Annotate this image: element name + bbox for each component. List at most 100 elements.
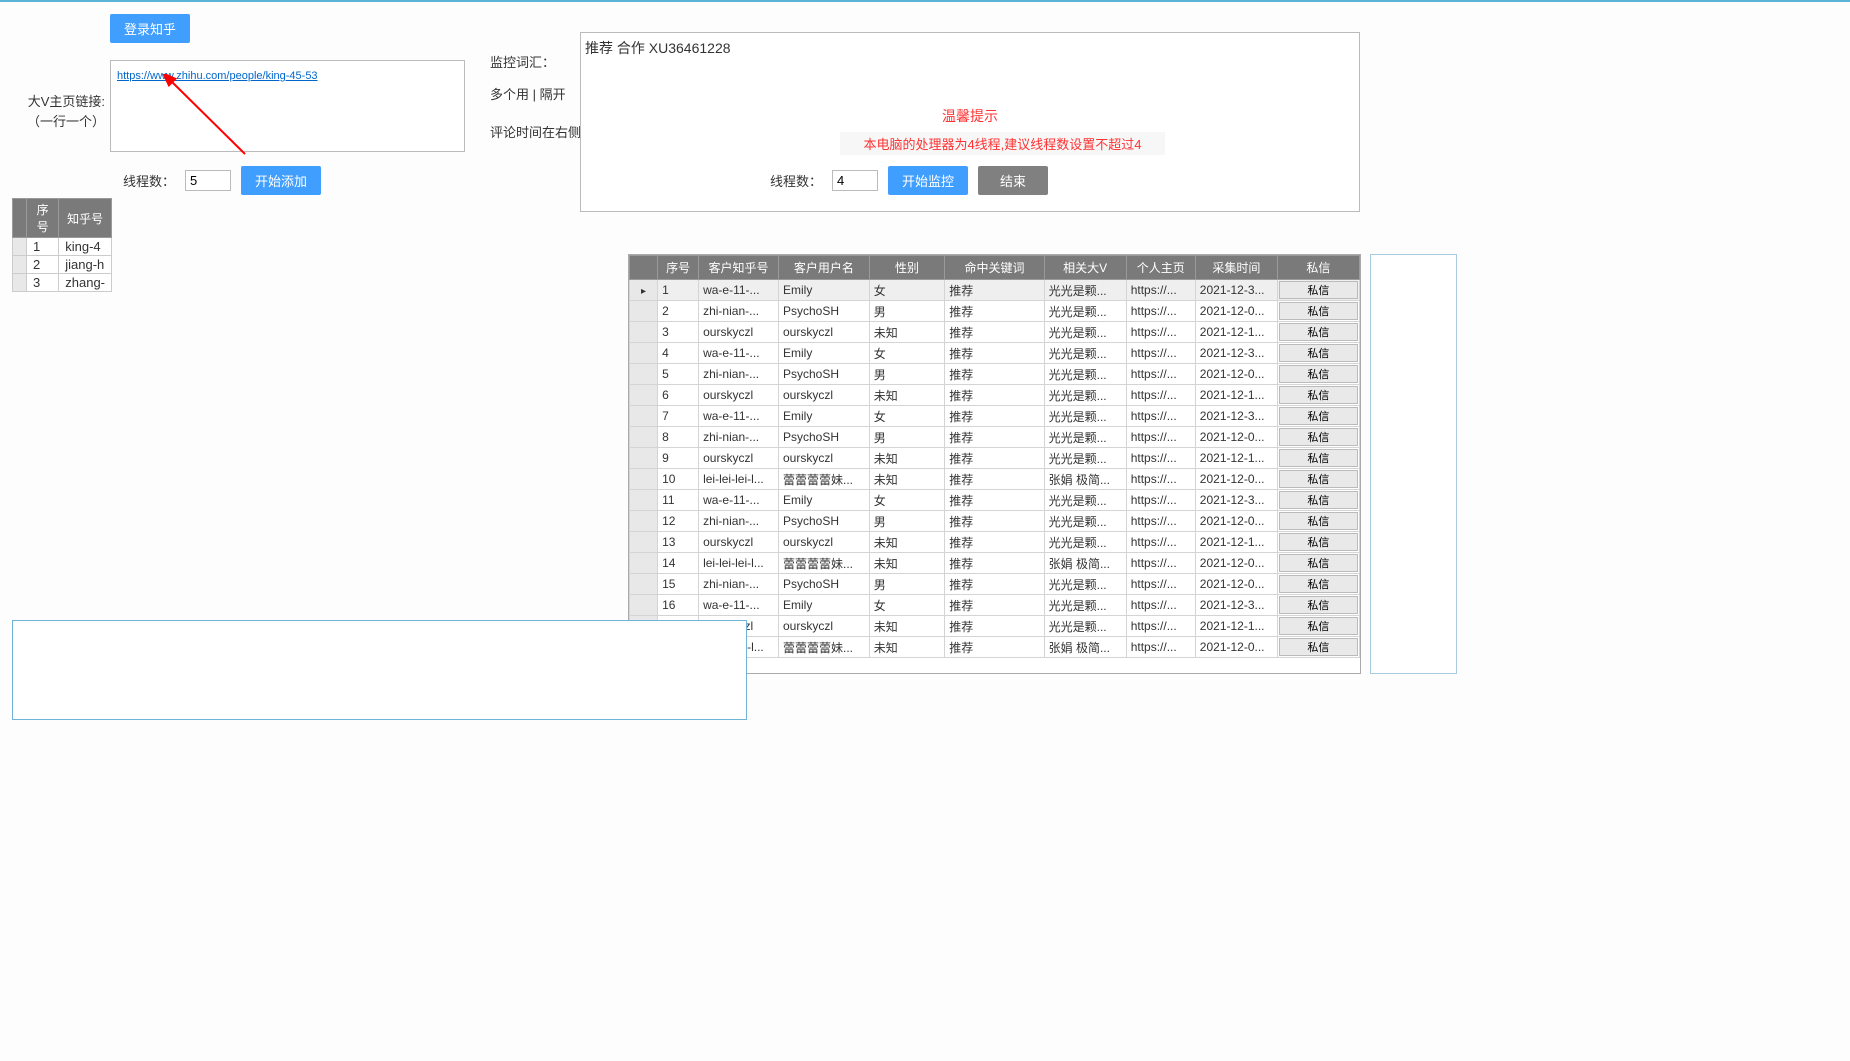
results-row[interactable]: 11wa-e-11-...Emily女推荐光光是颗...https://...2… xyxy=(630,490,1360,511)
results-row[interactable]: 4wa-e-11-...Emily女推荐光光是颗...https://...20… xyxy=(630,343,1360,364)
results-row[interactable]: 2zhi-nian-...PsychoSH男推荐光光是颗...https://.… xyxy=(630,301,1360,322)
side-sub-panel xyxy=(1370,254,1457,674)
cell-v: 光光是颗... xyxy=(1044,595,1126,616)
monitor-words-value[interactable]: 推荐 合作 XU36461228 xyxy=(585,38,731,58)
cell-user: Emily xyxy=(779,595,870,616)
cell-time: 2021-12-1... xyxy=(1195,448,1277,469)
cell-sex: 未知 xyxy=(869,448,945,469)
cell-sex: 未知 xyxy=(869,637,945,658)
cell-v: 光光是颗... xyxy=(1044,427,1126,448)
results-row[interactable]: 1wa-e-11-...Emily女推荐光光是颗...https://...20… xyxy=(630,280,1360,301)
cell-time: 2021-12-0... xyxy=(1195,553,1277,574)
cell-user: ourskyczl xyxy=(779,616,870,637)
cell-user: PsychoSH xyxy=(779,364,870,385)
private-message-button[interactable]: 私信 xyxy=(1279,512,1358,530)
row-marker[interactable] xyxy=(630,595,658,616)
private-message-button[interactable]: 私信 xyxy=(1279,470,1358,488)
results-row[interactable]: 7wa-e-11-...Emily女推荐光光是颗...https://...20… xyxy=(630,406,1360,427)
cell-time: 2021-12-3... xyxy=(1195,406,1277,427)
row-marker[interactable] xyxy=(630,532,658,553)
start-monitor-button[interactable]: 开始监控 xyxy=(888,166,968,195)
login-zhihu-button[interactable]: 登录知乎 xyxy=(110,14,190,43)
results-row[interactable]: 9ourskyczlourskyczl未知推荐光光是颗...https://..… xyxy=(630,448,1360,469)
row-marker[interactable] xyxy=(630,574,658,595)
private-message-button[interactable]: 私信 xyxy=(1279,281,1358,299)
results-row[interactable]: 6ourskyczlourskyczl未知推荐光光是颗...https://..… xyxy=(630,385,1360,406)
results-header: 个人主页 xyxy=(1126,256,1195,280)
row-marker[interactable] xyxy=(630,343,658,364)
results-row[interactable]: 12zhi-nian-...PsychoSH男推荐光光是颗...https://… xyxy=(630,511,1360,532)
row-marker[interactable] xyxy=(630,406,658,427)
left-table-row[interactable]: 3zhang- xyxy=(13,274,112,292)
private-message-button[interactable]: 私信 xyxy=(1279,302,1358,320)
results-row[interactable]: 3ourskyczlourskyczl未知推荐光光是颗...https://..… xyxy=(630,322,1360,343)
cell-sex: 男 xyxy=(869,511,945,532)
private-message-button[interactable]: 私信 xyxy=(1279,554,1358,572)
results-row[interactable]: 5zhi-nian-...PsychoSH男推荐光光是颗...https://.… xyxy=(630,364,1360,385)
private-message-button[interactable]: 私信 xyxy=(1279,491,1358,509)
row-marker[interactable] xyxy=(630,322,658,343)
results-row[interactable]: 10lei-lei-lei-l...蕾蕾蕾蕾妹...未知推荐张娟 极简...ht… xyxy=(630,469,1360,490)
cell-time: 2021-12-0... xyxy=(1195,364,1277,385)
row-marker[interactable] xyxy=(630,511,658,532)
cell-seq: 7 xyxy=(658,406,699,427)
cell-user: PsychoSH xyxy=(779,511,870,532)
private-message-button[interactable]: 私信 xyxy=(1279,596,1358,614)
cell-seq: 10 xyxy=(658,469,699,490)
cell-v: 光光是颗... xyxy=(1044,301,1126,322)
private-message-button[interactable]: 私信 xyxy=(1279,575,1358,593)
row-marker[interactable] xyxy=(630,469,658,490)
results-row[interactable]: 15zhi-nian-...PsychoSH男推荐光光是颗...https://… xyxy=(630,574,1360,595)
cell-time: 2021-12-0... xyxy=(1195,427,1277,448)
row-marker[interactable] xyxy=(630,301,658,322)
cell-kw: 推荐 xyxy=(945,406,1044,427)
cell-zh: zhi-nian-... xyxy=(699,301,779,322)
dav-link-value[interactable]: https://www.zhihu.com/people/king-45-53 xyxy=(117,70,318,82)
start-add-button[interactable]: 开始添加 xyxy=(241,166,321,195)
row-marker[interactable] xyxy=(630,364,658,385)
private-message-button[interactable]: 私信 xyxy=(1279,344,1358,362)
row-marker[interactable] xyxy=(630,385,658,406)
private-message-button[interactable]: 私信 xyxy=(1279,449,1358,467)
private-message-button[interactable]: 私信 xyxy=(1279,638,1358,656)
zhihu-id-table[interactable]: 序号知乎号 1king-42jiang-h3zhang- xyxy=(12,198,112,292)
private-message-button[interactable]: 私信 xyxy=(1279,365,1358,383)
cell-user: ourskyczl xyxy=(779,322,870,343)
cell-sex: 男 xyxy=(869,301,945,322)
row-marker[interactable] xyxy=(630,448,658,469)
cell-v: 光光是颗... xyxy=(1044,280,1126,301)
dav-link-textarea[interactable]: https://www.zhihu.com/people/king-45-53 xyxy=(110,60,465,152)
cell-kw: 推荐 xyxy=(945,301,1044,322)
left-table-row[interactable]: 2jiang-h xyxy=(13,256,112,274)
private-message-button[interactable]: 私信 xyxy=(1279,323,1358,341)
row-marker[interactable] xyxy=(630,280,658,301)
cell-v: 张娟 极简... xyxy=(1044,469,1126,490)
results-row[interactable]: 16wa-e-11-...Emily女推荐光光是颗...https://...2… xyxy=(630,595,1360,616)
right-thread-input[interactable] xyxy=(832,170,878,191)
private-message-button[interactable]: 私信 xyxy=(1279,407,1358,425)
cell-seq: 4 xyxy=(658,343,699,364)
results-header: 命中关键词 xyxy=(945,256,1044,280)
left-thread-label: 线程数： xyxy=(123,171,175,190)
results-row[interactable]: 13ourskyczlourskyczl未知推荐光光是颗...https://.… xyxy=(630,532,1360,553)
row-marker[interactable] xyxy=(630,553,658,574)
end-button[interactable]: 结束 xyxy=(978,166,1048,195)
row-marker[interactable] xyxy=(630,490,658,511)
results-table[interactable]: 序号客户知乎号客户用户名性别命中关键词相关大V个人主页采集时间私信 1wa-e-… xyxy=(629,255,1360,658)
cell-user: PsychoSH xyxy=(779,574,870,595)
results-row[interactable]: 14lei-lei-lei-l...蕾蕾蕾蕾妹...未知推荐张娟 极简...ht… xyxy=(630,553,1360,574)
row-marker[interactable] xyxy=(630,427,658,448)
private-message-button[interactable]: 私信 xyxy=(1279,617,1358,635)
private-message-button[interactable]: 私信 xyxy=(1279,386,1358,404)
left-thread-input[interactable] xyxy=(185,170,231,191)
separator-hint: 多个用 | 隔开 xyxy=(490,84,566,103)
cell-zh: wa-e-11-... xyxy=(699,280,779,301)
cell-v: 光光是颗... xyxy=(1044,448,1126,469)
cell-hp: https://... xyxy=(1126,511,1195,532)
results-row[interactable]: 8zhi-nian-...PsychoSH男推荐光光是颗...https://.… xyxy=(630,427,1360,448)
left-table-row[interactable]: 1king-4 xyxy=(13,238,112,256)
private-message-button[interactable]: 私信 xyxy=(1279,428,1358,446)
private-message-button[interactable]: 私信 xyxy=(1279,533,1358,551)
cell-kw: 推荐 xyxy=(945,490,1044,511)
cell-sex: 未知 xyxy=(869,553,945,574)
